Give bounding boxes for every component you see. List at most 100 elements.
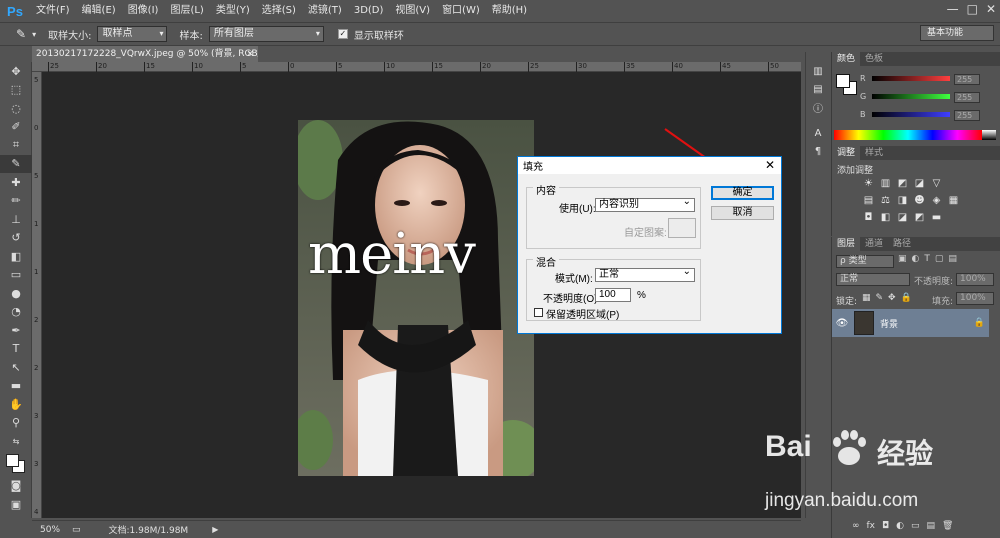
show-ring-checkbox[interactable]: ✓ bbox=[337, 29, 348, 39]
blur-tool-icon[interactable]: ● bbox=[0, 284, 32, 303]
channel-slider[interactable] bbox=[872, 94, 950, 99]
type-tool-icon[interactable]: T bbox=[0, 340, 32, 359]
channel-value[interactable]: 255 bbox=[954, 74, 980, 85]
healing-tool-icon[interactable]: ✚ bbox=[0, 173, 32, 192]
document-tab[interactable]: 20130217172228_VQrwX.jpeg @ 50% (背景, RGB… bbox=[32, 46, 258, 62]
sample-size-select[interactable]: 取样点 bbox=[97, 26, 168, 42]
info-panel-icon[interactable]: ⓘ bbox=[806, 98, 830, 116]
adjustment-icon[interactable] bbox=[945, 178, 962, 189]
dodge-tool-icon[interactable]: ◔ bbox=[0, 303, 32, 322]
tab-swatches[interactable]: 色板 bbox=[860, 52, 888, 66]
eyedropper-icon[interactable]: ✎ bbox=[16, 27, 26, 41]
gradient-tool-icon[interactable]: ▭ bbox=[0, 266, 32, 285]
adjustment-icon[interactable]: ◩ bbox=[894, 178, 911, 189]
close-tab-icon[interactable]: × bbox=[246, 46, 254, 62]
menu-item[interactable]: 图层(L) bbox=[164, 0, 209, 22]
fg-bg-swatch[interactable] bbox=[836, 74, 858, 96]
menu-item[interactable]: 图像(I) bbox=[122, 0, 165, 22]
adjustment-icon[interactable]: ☻ bbox=[911, 195, 928, 206]
history-panel-icon[interactable]: ▥ bbox=[806, 62, 830, 80]
layer-action-icon[interactable]: 🗑 bbox=[942, 521, 953, 531]
lock-icons[interactable]: ▦✎✥🔒 bbox=[862, 293, 917, 303]
tab-channels[interactable]: 通道 bbox=[860, 237, 888, 251]
shape-tool-icon[interactable]: ▬ bbox=[0, 377, 32, 396]
cancel-button[interactable]: 取消 bbox=[711, 206, 774, 220]
stamp-tool-icon[interactable]: ⊥ bbox=[0, 210, 32, 229]
marquee-tool-icon[interactable]: ⬚ bbox=[0, 81, 32, 100]
tab-paths[interactable]: 路径 bbox=[888, 237, 916, 251]
menu-item[interactable]: 编辑(E) bbox=[76, 0, 122, 22]
use-select[interactable]: 内容识别 bbox=[595, 196, 695, 212]
eyedropper-tool-icon[interactable]: ✎ bbox=[0, 154, 32, 173]
status-menu-arrow[interactable]: ▶ bbox=[212, 525, 218, 534]
tool-preset-arrow[interactable]: ▾ bbox=[32, 30, 36, 39]
adjustment-icon[interactable]: ◧ bbox=[877, 212, 894, 223]
quick-select-tool-icon[interactable]: ✐ bbox=[0, 118, 32, 137]
layer-filter-icons[interactable]: ▣◐T▢▤ bbox=[898, 254, 962, 264]
adjustment-icon[interactable]: ◪ bbox=[894, 212, 911, 223]
menu-item[interactable]: 选择(S) bbox=[256, 0, 302, 22]
adjustment-icon[interactable]: ◈ bbox=[928, 195, 945, 206]
grayscale-ramp[interactable] bbox=[982, 130, 996, 140]
crop-tool-icon[interactable]: ⌗ bbox=[0, 136, 32, 155]
menu-item[interactable]: 帮助(H) bbox=[486, 0, 533, 22]
layer-action-icon[interactable]: ▤ bbox=[927, 521, 936, 531]
screen-mode-icon[interactable]: ▣ bbox=[0, 495, 32, 514]
character-panel-icon[interactable]: A bbox=[806, 124, 830, 142]
brush-tool-icon[interactable]: ✏ bbox=[0, 192, 32, 211]
lasso-tool-icon[interactable]: ◌ bbox=[0, 99, 32, 118]
layer-action-icon[interactable]: fx bbox=[867, 521, 876, 531]
quick-mask-icon[interactable]: ◙ bbox=[0, 477, 32, 496]
adjustment-icon[interactable]: ☀ bbox=[860, 178, 877, 189]
tab-color[interactable]: 颜色 bbox=[832, 52, 861, 66]
adjustment-icon[interactable]: ◩ bbox=[911, 212, 928, 223]
menu-item[interactable]: 3D(D) bbox=[348, 0, 390, 22]
layer-action-icon[interactable]: ◘ bbox=[882, 521, 889, 531]
visibility-eye-icon[interactable]: 👁 bbox=[832, 318, 852, 329]
menu-item[interactable]: 文件(F) bbox=[30, 0, 76, 22]
opacity-input[interactable]: 100 bbox=[595, 288, 631, 302]
adjustment-icon[interactable]: ◪ bbox=[911, 178, 928, 189]
adjustment-icon[interactable]: ◨ bbox=[894, 195, 911, 206]
adjustment-icon[interactable]: ⚖ bbox=[877, 195, 894, 206]
close-window-button[interactable]: ✕ bbox=[986, 2, 996, 16]
adjustment-icon[interactable]: ▬ bbox=[928, 212, 945, 223]
zoom-level[interactable]: 50% bbox=[40, 525, 68, 535]
sample-select[interactable]: 所有图层 bbox=[208, 26, 324, 42]
minimize-button[interactable]: — bbox=[947, 2, 959, 16]
layer-fill-input[interactable]: 100% bbox=[956, 292, 994, 305]
menu-item[interactable]: 滤镜(T) bbox=[302, 0, 348, 22]
adjustment-icon[interactable] bbox=[945, 212, 962, 223]
adjustment-icon[interactable]: ◘ bbox=[860, 212, 877, 223]
maximize-button[interactable]: □ bbox=[967, 2, 978, 16]
color-swatches-icon[interactable] bbox=[0, 451, 32, 477]
tab-styles[interactable]: 样式 bbox=[860, 146, 888, 160]
ok-button[interactable]: 确定 bbox=[711, 186, 774, 200]
status-info-icon[interactable]: ▭ bbox=[72, 525, 81, 535]
layer-action-icon[interactable]: ▭ bbox=[911, 521, 920, 531]
menu-item[interactable]: 视图(V) bbox=[389, 0, 436, 22]
zoom-tool-icon[interactable]: ⚲ bbox=[0, 414, 32, 433]
adjustment-icon[interactable]: ▤ bbox=[860, 195, 877, 206]
layer-opacity-input[interactable]: 100% bbox=[956, 273, 994, 286]
blend-mode-select[interactable]: 正常 bbox=[836, 273, 910, 286]
layer-action-icon[interactable]: ∞ bbox=[852, 521, 860, 531]
layer-row[interactable]: 👁 背景 🔒 bbox=[832, 309, 989, 337]
pen-tool-icon[interactable]: ✒ bbox=[0, 321, 32, 340]
preserve-transparency-checkbox[interactable] bbox=[534, 308, 543, 317]
color-spectrum[interactable] bbox=[834, 130, 982, 140]
channel-value[interactable]: 255 bbox=[954, 92, 980, 103]
channel-value[interactable]: 255 bbox=[954, 110, 980, 121]
history-brush-icon[interactable]: ↺ bbox=[0, 229, 32, 248]
swap-colors-icon[interactable]: ⇆ bbox=[0, 432, 32, 451]
channel-slider[interactable] bbox=[872, 112, 950, 117]
layer-action-icon[interactable]: ◐ bbox=[896, 521, 904, 531]
tab-adjustments[interactable]: 调整 bbox=[832, 146, 861, 160]
dialog-titlebar[interactable]: 填充 ✕ bbox=[518, 157, 781, 174]
dialog-close-icon[interactable]: ✕ bbox=[765, 157, 775, 174]
hand-tool-icon[interactable]: ✋ bbox=[0, 395, 32, 414]
mode-select[interactable]: 正常 bbox=[595, 266, 695, 282]
move-tool-icon[interactable]: ✥ bbox=[0, 62, 32, 81]
adjustment-icon[interactable]: ▦ bbox=[945, 195, 962, 206]
path-select-icon[interactable]: ↖ bbox=[0, 358, 32, 377]
